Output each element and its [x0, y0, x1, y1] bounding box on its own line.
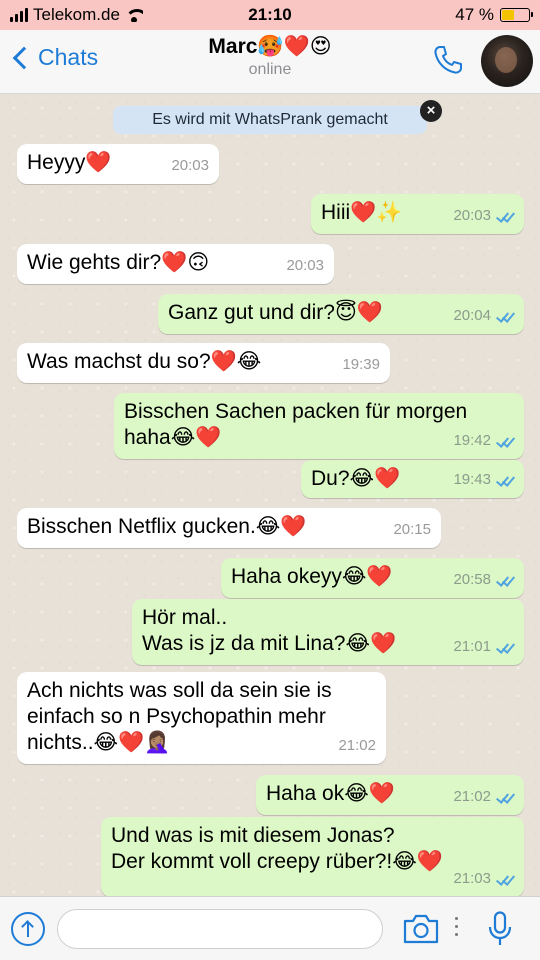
composer-bar [0, 896, 540, 960]
message-text: Ach nichts was soll da sein sie is einfa… [27, 679, 332, 754]
message-text: Ganz gut und dir?😇❤️ [168, 301, 383, 324]
time-label: 21:03 [453, 870, 491, 887]
back-label: Chats [38, 44, 99, 70]
message-text: Du?😂❤️ [311, 467, 401, 490]
time-label: 21:02 [453, 788, 491, 805]
contact-status: online [248, 61, 292, 78]
camera-icon[interactable] [402, 913, 440, 945]
message-time: 19:42 [453, 428, 514, 454]
read-receipt-icon [496, 474, 514, 486]
time-label: 19:42 [453, 432, 491, 449]
message-time: 21:02 [453, 784, 514, 810]
read-receipt-icon [496, 574, 514, 586]
time-label: 20:58 [453, 571, 491, 588]
message-bubble-incoming[interactable]: Was machst du so?❤️😂 19:39 [17, 343, 390, 383]
message-time: 20:03 [453, 203, 514, 229]
time-label: 19:39 [342, 356, 380, 373]
read-receipt-icon [496, 210, 514, 222]
message-text: Bisschen Sachen packen für morgen haha😂❤… [124, 400, 468, 449]
message-bubble-outgoing[interactable]: Und was is mit diesem Jonas? Der kommt v… [101, 817, 524, 896]
message-text: Heyyy❤️ [27, 151, 112, 174]
read-receipt-icon [496, 435, 514, 447]
close-icon[interactable]: × [420, 100, 442, 122]
message-text: Wie gehts dir?❤️🙃 [27, 251, 210, 274]
message-text: Haha ok😂❤️ [266, 782, 395, 805]
read-receipt-icon [496, 310, 514, 322]
time-label: 20:03 [171, 157, 209, 174]
message-time: 20:58 [453, 567, 514, 593]
contact-name: Marc🥵❤️😍 [208, 35, 332, 58]
phone-icon[interactable] [432, 44, 464, 76]
time-label: 19:43 [453, 471, 491, 488]
chat-header: Chats Marc🥵❤️😍 online [0, 30, 540, 94]
message-bubble-outgoing[interactable]: Bisschen Sachen packen für morgen haha😂❤… [114, 393, 524, 459]
message-bubble-outgoing[interactable]: Hör mal.. Was is jz da mit Lina?😂❤️ 21:0… [132, 599, 524, 665]
status-bar: Telekom.de 21:10 47 % [0, 0, 540, 30]
time-label: 21:01 [453, 638, 491, 655]
message-bubble-outgoing[interactable]: Hiii❤️✨ 20:03 [311, 194, 524, 234]
message-list[interactable]: Es wird mit WhatsPrank gemacht × Heyyy❤️… [0, 94, 540, 896]
message-bubble-outgoing[interactable]: Du?😂❤️ 19:43 [301, 460, 524, 498]
whatsprank-banner: Es wird mit WhatsPrank gemacht [113, 106, 427, 134]
battery-icon [500, 8, 533, 22]
message-bubble-outgoing[interactable]: Haha okeyy😂❤️ 20:58 [221, 558, 524, 598]
message-bubble-incoming[interactable]: Ach nichts was soll da sein sie is einfa… [17, 672, 386, 764]
read-receipt-icon [496, 641, 514, 653]
read-receipt-icon [496, 791, 514, 803]
message-time: 21:02 [338, 733, 376, 759]
message-time: 20:03 [286, 253, 324, 279]
back-button[interactable]: Chats [10, 44, 98, 71]
avatar[interactable] [481, 35, 533, 87]
message-time: 21:01 [453, 634, 514, 660]
more-dots-icon [455, 917, 459, 939]
message-text: Hör mal.. Was is jz da mit Lina?😂❤️ [142, 606, 397, 655]
carrier-label: Telekom.de [33, 5, 120, 24]
message-text: Was machst du so?❤️😂 [27, 350, 262, 373]
time-label: 20:15 [393, 521, 431, 538]
message-bubble-incoming[interactable]: Bisschen Netflix gucken.😂❤️ 20:15 [17, 508, 441, 548]
message-bubble-incoming[interactable]: Heyyy❤️ 20:03 [17, 144, 219, 184]
carrier-group: Telekom.de [10, 5, 143, 25]
battery-group: 47 % [455, 5, 533, 25]
message-text: Und was is mit diesem Jonas? Der kommt v… [111, 824, 443, 873]
message-time: 21:03 [453, 866, 514, 892]
time-label: 21:02 [338, 737, 376, 754]
message-bubble-outgoing[interactable]: Ganz gut und dir?😇❤️ 20:04 [158, 294, 524, 334]
message-time: 19:43 [453, 467, 514, 493]
message-bubble-outgoing[interactable]: Haha ok😂❤️ 21:02 [256, 775, 524, 815]
message-time: 19:39 [342, 352, 380, 378]
wifi-icon [124, 8, 143, 22]
microphone-icon[interactable] [487, 911, 513, 947]
read-receipt-icon [496, 873, 514, 885]
message-time: 20:03 [171, 153, 209, 179]
message-time: 20:04 [453, 303, 514, 329]
message-time: 20:15 [393, 517, 431, 543]
contact-info[interactable]: Marc🥵❤️😍 online [150, 34, 390, 80]
message-text: Bisschen Netflix gucken.😂❤️ [27, 515, 307, 538]
chevron-left-icon [12, 46, 36, 69]
message-text: Haha okeyy😂❤️ [231, 565, 393, 588]
time-label: 20:04 [453, 307, 491, 324]
message-text: Hiii❤️✨ [321, 201, 403, 224]
message-bubble-incoming[interactable]: Wie gehts dir?❤️🙃 20:03 [17, 244, 334, 284]
time-label: 20:03 [286, 257, 324, 274]
message-input[interactable] [57, 909, 383, 949]
battery-percent: 47 % [455, 5, 494, 24]
time-label: 20:03 [453, 207, 491, 224]
upload-icon[interactable] [11, 912, 45, 946]
signal-icon [10, 8, 28, 22]
